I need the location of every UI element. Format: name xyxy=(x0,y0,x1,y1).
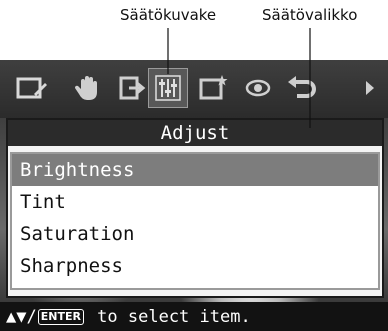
panel-title: Adjust xyxy=(8,120,382,146)
edit-frame-icon[interactable] xyxy=(12,68,52,108)
adjust-menu-list: Brightness Tint Saturation Sharpness xyxy=(10,152,380,290)
menu-item-tint[interactable]: Tint xyxy=(12,186,378,218)
menu-item-sharpness[interactable]: Sharpness xyxy=(12,250,378,282)
adjust-menu-callout: Säätövalikko xyxy=(262,6,358,24)
adjust-sliders-icon[interactable] xyxy=(148,68,188,108)
scroll-right-arrow-icon[interactable] xyxy=(358,68,382,108)
camera-screen: Adjust Brightness Tint Saturation Sharpn… xyxy=(0,60,388,331)
add-frame-icon[interactable] xyxy=(194,68,234,108)
red-eye-icon[interactable] xyxy=(238,68,278,108)
toolbar xyxy=(0,60,388,118)
menu-item-brightness[interactable]: Brightness xyxy=(12,154,378,186)
hand-icon[interactable] xyxy=(68,68,108,108)
status-bar: ▲▼/ ENTER to select item. xyxy=(0,302,388,331)
adjust-icon-callout: Säätökuvake xyxy=(120,6,217,24)
status-hint-text: to select item. xyxy=(86,306,251,327)
enter-key-icon: ENTER xyxy=(37,308,84,325)
adjust-menu-panel: Adjust Brightness Tint Saturation Sharpn… xyxy=(6,118,384,298)
menu-item-saturation[interactable]: Saturation xyxy=(12,218,378,250)
arrow-keys-hint: ▲▼/ xyxy=(6,306,37,327)
export-icon[interactable] xyxy=(112,68,152,108)
undo-icon[interactable] xyxy=(282,68,322,108)
